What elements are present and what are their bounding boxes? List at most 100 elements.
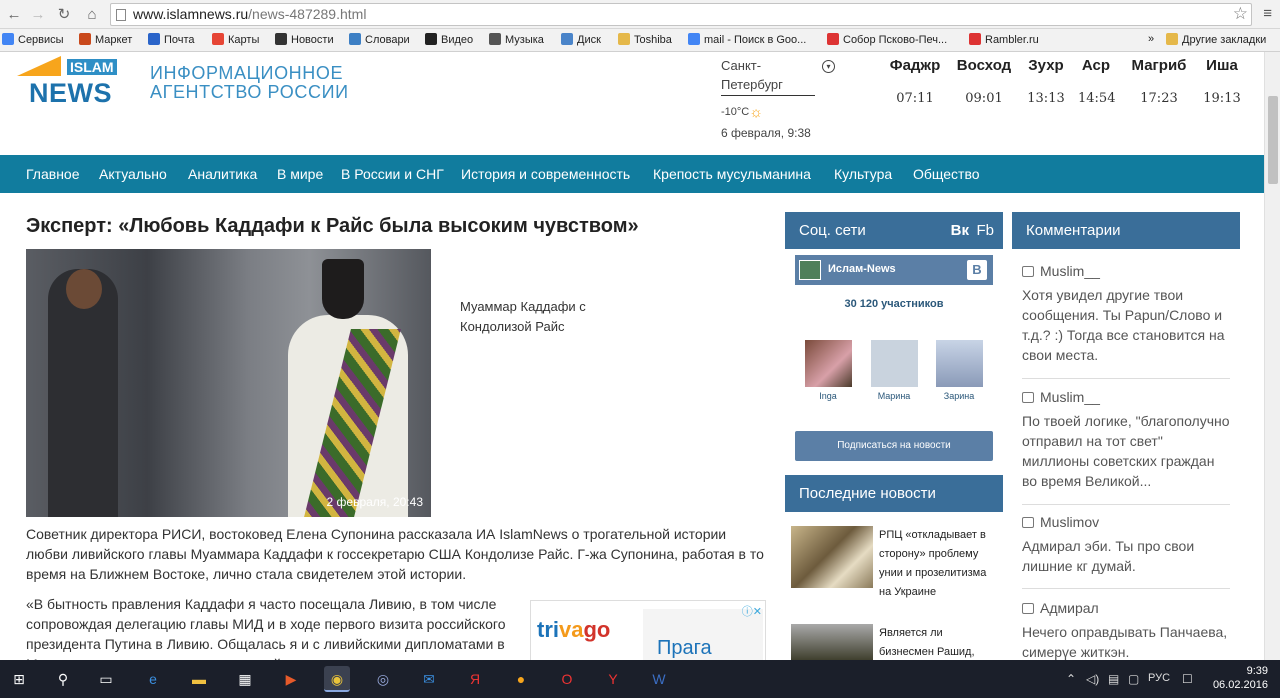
members-count[interactable]: 30 120 участников xyxy=(795,298,993,310)
tray-chevron-icon[interactable]: ⌃ xyxy=(1066,672,1076,686)
prayer-time-item: Аср 14:54 xyxy=(1078,57,1115,106)
bookmark-favicon-icon xyxy=(688,33,700,45)
nav-item[interactable]: В России и СНГ xyxy=(341,166,444,182)
bookmark-item[interactable]: Toshiba xyxy=(618,33,672,46)
friend-name: Марина xyxy=(877,391,911,401)
bookmark-item[interactable]: Видео xyxy=(425,33,473,46)
windows-start-icon[interactable]: ⊞ xyxy=(6,666,32,692)
yandex-icon[interactable]: Я xyxy=(462,666,488,692)
opera-icon[interactable]: O xyxy=(554,666,580,692)
weather-date: 6 февраля, 9:38 xyxy=(721,126,811,140)
comment-author-name: Muslimov xyxy=(1040,514,1100,530)
forward-icon[interactable]: → xyxy=(28,5,48,25)
network-icon[interactable]: ▤ xyxy=(1108,672,1119,686)
explorer-icon[interactable]: ▬ xyxy=(186,666,212,692)
bookmark-item[interactable]: Музыка xyxy=(489,33,544,46)
advert-banner[interactable]: trivago Прага ⓘ✕ xyxy=(530,600,766,660)
action-center-icon[interactable]: ☐ xyxy=(1182,672,1193,686)
comment-item[interactable]: Muslim__ По твоей логике, "благополучно о… xyxy=(1022,389,1232,491)
friend-avatar xyxy=(804,340,852,387)
bookmark-favicon-icon xyxy=(79,33,91,45)
scrollbar-thumb[interactable] xyxy=(1268,96,1278,184)
fb-link[interactable]: Fb xyxy=(976,222,994,239)
city-select[interactable]: Санкт- Петербург xyxy=(721,56,815,96)
friend-name: Inga xyxy=(819,391,837,401)
nav-item[interactable]: Актуально xyxy=(99,166,167,182)
vk-link[interactable]: Вк xyxy=(951,222,969,239)
agency-title: ИНФОРМАЦИОННОЕ АГЕНТСТВО РОССИИ xyxy=(150,64,349,102)
windows-taskbar: ⊞ ⚲ ▭ e ▬ ▦ ▶ ◉ ◎ ✉ Я ● O Y W ⌃ ◁) ▤ ▢ Р… xyxy=(0,660,1280,698)
comment-item[interactable]: Muslim__ Хотя увидел другие твои сообщени… xyxy=(1022,263,1232,365)
reload-icon[interactable]: ↻ xyxy=(54,5,74,25)
friend-item[interactable]: Зарина xyxy=(934,340,984,401)
vk-logo-icon: В xyxy=(967,260,987,280)
bookmark-item[interactable]: Rambler.ru xyxy=(969,33,1039,46)
friend-item[interactable]: Марина xyxy=(869,340,919,401)
yandex-browser-icon[interactable]: Y xyxy=(600,666,626,692)
bookmark-favicon-icon xyxy=(489,33,501,45)
back-icon[interactable]: ← xyxy=(4,5,24,25)
page-scrollbar[interactable] xyxy=(1264,52,1280,660)
nav-item[interactable]: История и современность xyxy=(461,166,630,182)
home-icon[interactable]: ⌂ xyxy=(82,5,102,25)
bookmark-item[interactable]: Карты xyxy=(212,33,259,46)
address-bar[interactable]: www.islamnews.ru/news-487289.html xyxy=(110,3,1252,26)
task-view-icon[interactable]: ▭ xyxy=(93,666,119,692)
word-icon[interactable]: W xyxy=(646,666,672,692)
clock[interactable]: 9:39 06.02.2016 xyxy=(1213,664,1268,692)
comment-item[interactable]: Адмирал Нечего оправдывать Панчаева, симе… xyxy=(1022,600,1232,660)
bookmark-favicon-icon xyxy=(618,33,630,45)
bookmark-other[interactable]: Другие закладки xyxy=(1166,33,1266,46)
menu-icon[interactable]: ≡ xyxy=(1263,5,1272,22)
clock-date: 06.02.2016 xyxy=(1212,679,1268,691)
bookmark-label: Собор Псково-Печ... xyxy=(843,34,948,46)
comment-author-name: Адмирал xyxy=(1040,600,1099,616)
nav-item[interactable]: Аналитика xyxy=(188,166,257,182)
comment-item[interactable]: Muslimov Адмирал эби. Ты про свои лишние … xyxy=(1022,514,1232,576)
ad-close-icon[interactable]: ⓘ✕ xyxy=(742,603,762,619)
volume-icon[interactable]: ◁) xyxy=(1086,672,1099,686)
bookmark-item[interactable]: Новости xyxy=(275,33,334,46)
prayer-name: Аср xyxy=(1081,57,1111,74)
mail-icon[interactable]: ✉ xyxy=(416,666,442,692)
photo-date: 2 февраля, 20:43 xyxy=(326,495,423,509)
bookmark-favicon-icon xyxy=(2,33,14,45)
social-title: Соц. сети xyxy=(799,222,866,239)
store-icon[interactable]: ▦ xyxy=(232,666,258,692)
bookmark-item[interactable]: Маркет xyxy=(79,33,132,46)
page-icon xyxy=(116,9,126,21)
nav-item[interactable]: Крепость мусульманина xyxy=(653,166,811,182)
nav-item[interactable]: Общество xyxy=(913,166,980,182)
prayer-name: Фаджр xyxy=(889,57,941,74)
bookmark-item[interactable]: Почта xyxy=(148,33,195,46)
nav-item[interactable]: Культура xyxy=(834,166,892,182)
language-indicator[interactable]: РУС xyxy=(1148,672,1170,684)
bookmark-item[interactable]: Диск xyxy=(561,33,601,46)
bookmark-item[interactable]: Собор Псково-Печ... xyxy=(827,33,947,46)
prayer-time-item: Зухр 13:13 xyxy=(1026,57,1066,106)
vk-widget-header[interactable]: Ислам-News В xyxy=(795,255,993,285)
app-icon[interactable]: ◎ xyxy=(370,666,396,692)
media-player-icon[interactable]: ▶ xyxy=(278,666,304,692)
nav-item[interactable]: В мире xyxy=(277,166,323,182)
subscribe-button[interactable]: Подписаться на новости xyxy=(795,431,993,461)
article-photo[interactable]: 2 февраля, 20:43 xyxy=(26,249,431,517)
site-logo[interactable]: ISLAM NEWS xyxy=(17,56,119,110)
app-icon-2[interactable]: ● xyxy=(508,666,534,692)
friend-item[interactable]: Inga xyxy=(803,340,853,401)
comment-author: Muslimov xyxy=(1022,514,1232,530)
bookmark-item[interactable]: Словари xyxy=(349,33,410,46)
notification-icon[interactable]: ▢ xyxy=(1128,672,1139,686)
edge-icon[interactable]: e xyxy=(140,666,166,692)
ad-brand-2: va xyxy=(559,617,584,642)
ad-brand-1: tri xyxy=(537,617,559,642)
nav-item[interactable]: Главное xyxy=(26,166,80,182)
chevron-down-icon[interactable]: ▾ xyxy=(822,60,835,73)
bookmark-star-icon[interactable]: ☆ xyxy=(1233,4,1248,24)
comment-author: Адмирал xyxy=(1022,600,1232,616)
bookmarks-more[interactable]: » xyxy=(1148,33,1154,45)
chrome-icon[interactable]: ◉ xyxy=(324,666,350,692)
bookmark-item[interactable]: Сервисы xyxy=(2,33,64,46)
search-icon[interactable]: ⚲ xyxy=(50,666,76,692)
bookmark-item[interactable]: mail - Поиск в Goo... xyxy=(688,33,806,46)
